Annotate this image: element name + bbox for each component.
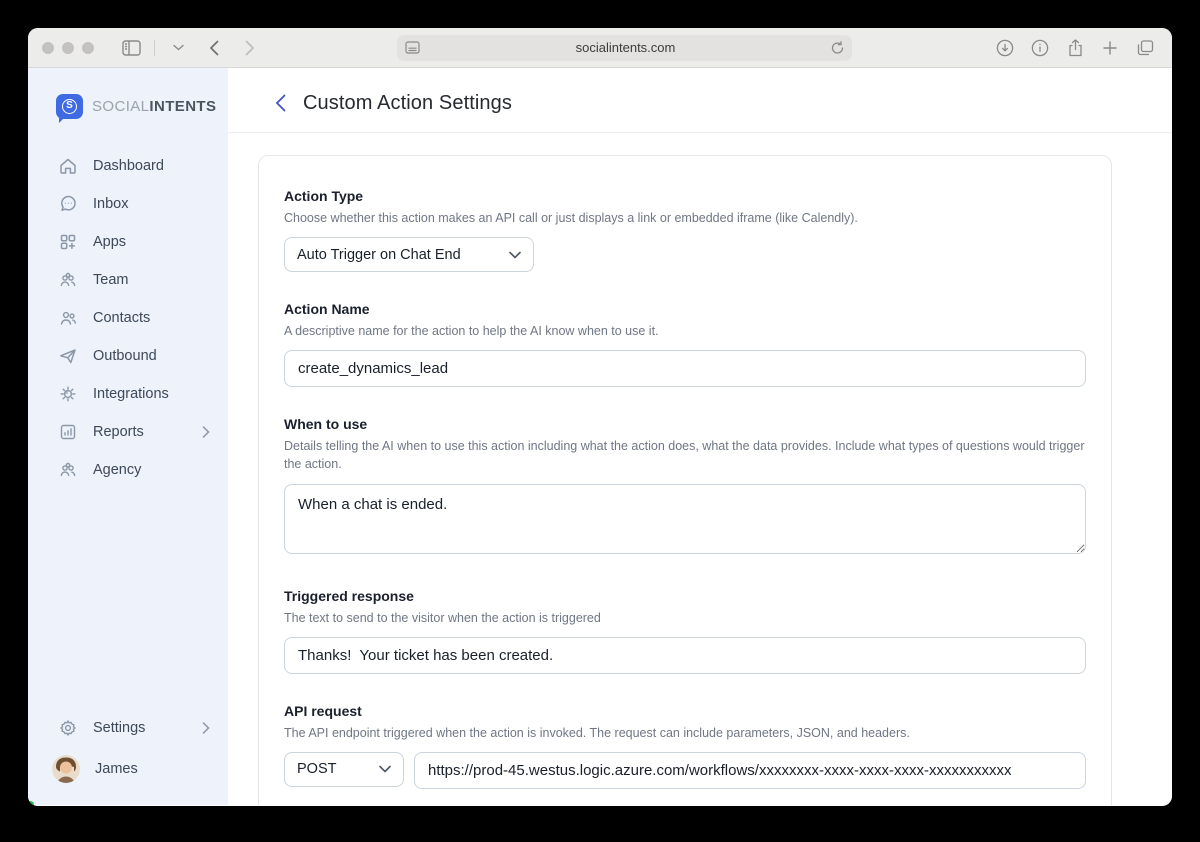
- sidebar-item-label: Team: [93, 272, 128, 288]
- sidebar-item-label: Settings: [93, 720, 145, 736]
- sidebar-item-settings[interactable]: Settings: [28, 709, 228, 747]
- page-title: Custom Action Settings: [303, 92, 512, 115]
- avatar: [52, 755, 80, 783]
- page-header: Custom Action Settings: [228, 68, 1172, 133]
- reload-icon[interactable]: [831, 41, 844, 55]
- online-status-dot: [28, 800, 35, 806]
- chevron-right-icon: [202, 426, 210, 438]
- url-text[interactable]: socialintents.com: [420, 40, 831, 55]
- sidebar-item-label: Agency: [93, 462, 141, 478]
- address-bar[interactable]: socialintents.com: [397, 35, 852, 61]
- chevron-down-icon: [379, 765, 391, 773]
- field-label: Action Name: [284, 301, 1086, 317]
- sidebar-item-integrations[interactable]: Integrations: [28, 375, 228, 413]
- sidebar-item-outbound[interactable]: Outbound: [28, 337, 228, 375]
- action-type-select[interactable]: Auto Trigger on Chat End: [284, 237, 534, 272]
- field-triggered-response: Triggered response The text to send to t…: [284, 588, 1086, 674]
- sidebar-item-inbox[interactable]: Inbox: [28, 185, 228, 223]
- traffic-lights[interactable]: [42, 42, 94, 54]
- field-label: Action Type: [284, 188, 1086, 204]
- sidebar-item-reports[interactable]: Reports: [28, 413, 228, 451]
- field-label: API request: [284, 703, 1086, 719]
- user-profile[interactable]: James: [28, 747, 228, 791]
- when-to-use-textarea[interactable]: When a chat is ended.: [284, 484, 1086, 554]
- sidebar-item-label: Outbound: [93, 348, 157, 364]
- sidebar-item-apps[interactable]: Apps: [28, 223, 228, 261]
- browser-window: socialintents.com: [28, 28, 1172, 806]
- sidebar-item-contacts[interactable]: Contacts: [28, 299, 228, 337]
- apps-grid-icon: [58, 232, 78, 252]
- chevron-down-icon: [509, 251, 521, 259]
- back-button-icon[interactable]: [201, 36, 227, 60]
- field-when-to-use: When to use Details telling the AI when …: [284, 416, 1086, 558]
- page-format-icon[interactable]: [405, 41, 420, 54]
- zoom-window-button[interactable]: [82, 42, 94, 54]
- field-label: Triggered response: [284, 588, 1086, 604]
- team-users-icon: [58, 270, 78, 290]
- forward-button-icon[interactable]: [237, 36, 263, 60]
- http-method-value: POST: [297, 761, 336, 777]
- field-description: The text to send to the visitor when the…: [284, 609, 1086, 627]
- field-description: A descriptive name for the action to hel…: [284, 322, 1086, 340]
- brand-logo[interactable]: S SOCIALINTENTS: [28, 94, 228, 119]
- action-name-input[interactable]: [284, 350, 1086, 387]
- sidebar-nav: Dashboard Inbox Apps: [28, 147, 228, 489]
- sidebar-item-label: Inbox: [93, 196, 128, 212]
- home-icon: [58, 156, 78, 176]
- main-content: Custom Action Settings Action Type Choos…: [228, 68, 1172, 805]
- downloads-icon[interactable]: [992, 36, 1018, 60]
- contacts-users-icon: [58, 308, 78, 328]
- chevron-down-icon[interactable]: [165, 36, 191, 60]
- triggered-response-input[interactable]: [284, 637, 1086, 674]
- sidebar-item-dashboard[interactable]: Dashboard: [28, 147, 228, 185]
- share-icon[interactable]: [1062, 36, 1088, 60]
- browser-toolbar: socialintents.com: [28, 28, 1172, 68]
- new-tab-icon[interactable]: [1097, 36, 1123, 60]
- field-description: Details telling the AI when to use this …: [284, 437, 1086, 473]
- field-description: The API endpoint triggered when the acti…: [284, 724, 1086, 742]
- toolbar-divider: [154, 40, 155, 56]
- close-window-button[interactable]: [42, 42, 54, 54]
- api-url-input[interactable]: [414, 752, 1086, 789]
- sidebar-item-team[interactable]: Team: [28, 261, 228, 299]
- field-action-type: Action Type Choose whether this action m…: [284, 188, 1086, 272]
- back-chevron-icon[interactable]: [275, 94, 286, 112]
- gear-icon: [58, 718, 78, 738]
- chevron-right-icon: [202, 722, 210, 734]
- sidebar-item-label: Integrations: [93, 386, 169, 402]
- action-type-value: Auto Trigger on Chat End: [297, 247, 461, 263]
- sidebar-item-label: Dashboard: [93, 158, 164, 174]
- chat-bubble-icon: [58, 194, 78, 214]
- tab-overview-icon[interactable]: [1132, 36, 1158, 60]
- field-label: When to use: [284, 416, 1086, 432]
- sidebar-item-label: Contacts: [93, 310, 150, 326]
- reports-chart-icon: [58, 422, 78, 442]
- brand-logo-icon: S: [56, 94, 83, 119]
- integrations-cog-icon: [58, 384, 78, 404]
- user-name: James: [95, 761, 138, 777]
- sidebar-item-agency[interactable]: Agency: [28, 451, 228, 489]
- field-action-name: Action Name A descriptive name for the a…: [284, 301, 1086, 387]
- paper-plane-icon: [58, 346, 78, 366]
- sidebar-bottom: Settings James: [28, 709, 228, 791]
- reader-info-icon[interactable]: [1027, 36, 1053, 60]
- toolbar-right-icons: [992, 36, 1158, 60]
- sidebar-item-label: Apps: [93, 234, 126, 250]
- minimize-window-button[interactable]: [62, 42, 74, 54]
- http-method-select[interactable]: POST: [284, 752, 404, 787]
- settings-card: Action Type Choose whether this action m…: [258, 155, 1112, 805]
- field-api-request: API request The API endpoint triggered w…: [284, 703, 1086, 789]
- brand-logo-text: SOCIALINTENTS: [92, 98, 216, 115]
- sidebar-item-label: Reports: [93, 424, 144, 440]
- field-description: Choose whether this action makes an API …: [284, 209, 1086, 227]
- app-sidebar: S SOCIALINTENTS Dashboard Inbox: [28, 68, 228, 805]
- sidebar-toggle-icon[interactable]: [118, 36, 144, 60]
- agency-users-icon: [58, 460, 78, 480]
